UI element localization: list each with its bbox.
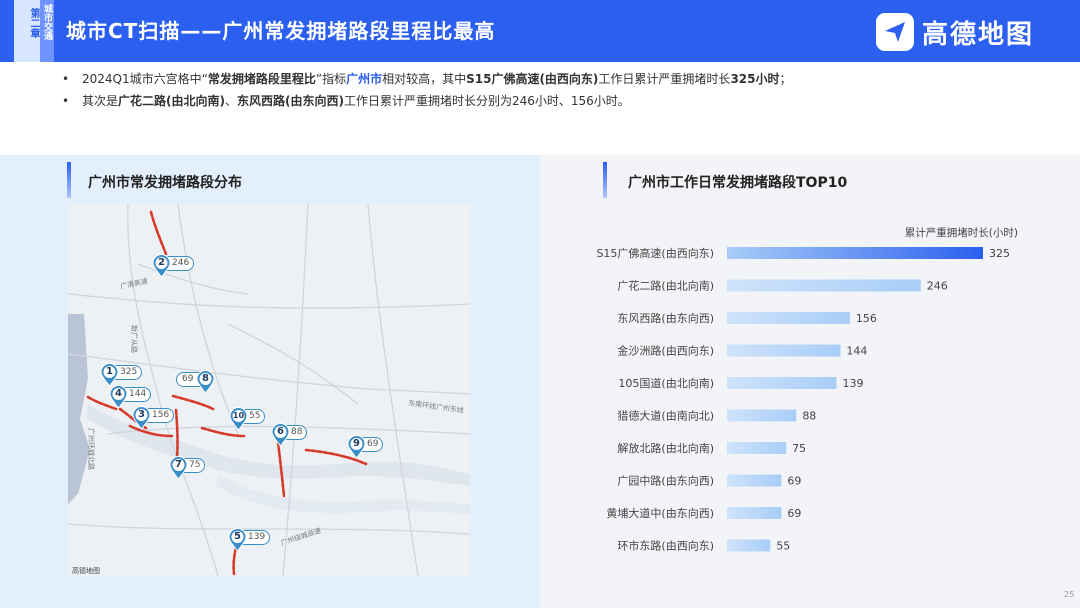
category-label: 广园中路(由东向西) [617, 474, 714, 488]
bullet-text: 其次是 [82, 94, 119, 108]
bar[interactable] [727, 474, 782, 487]
bullet-text: ”指标 [315, 72, 347, 86]
marker-number: 5 [234, 531, 241, 542]
section-tab: 城市交通 [40, 0, 54, 62]
bullet-text: 相对较高，其中 [382, 72, 467, 86]
marker-number: 10 [232, 411, 245, 420]
page-number: 25 [1064, 590, 1075, 599]
map-pin-icon: 5 [228, 528, 247, 552]
page-title: 城市CT扫描——广州常发拥堵路段里程比最高 [66, 19, 496, 43]
bar[interactable] [727, 507, 782, 519]
map-pin-icon: 1 [100, 363, 119, 387]
map-pin-icon: 8 [196, 370, 215, 394]
category-label: S15广佛高速(由西向东) [596, 246, 714, 260]
category-label: 金沙洲路(由西向东) [617, 344, 714, 358]
bar-value-label: 55 [776, 540, 790, 553]
map-watermark-logo: 高德地图 [72, 567, 100, 575]
bullet-highlight: S15广佛高速(由西向东) [466, 72, 599, 86]
bar-value-label: 75 [792, 442, 806, 455]
bullet-text: 工作日累计严重拥堵时长 [598, 72, 731, 86]
bullet-2: 其次是广花二路(由北向南)、东风西路(由东向西)工作日累计严重拥堵时长分别为24… [62, 92, 792, 114]
bullet-highlight: 东风西路(由东向西) [237, 94, 344, 108]
bar[interactable] [727, 247, 983, 259]
category-label: 黄埔大道中(由东向西) [606, 506, 714, 520]
map-road-label: 新广从路 [130, 325, 138, 353]
marker-number: 7 [175, 459, 182, 470]
map-pin-icon: 3 [132, 406, 151, 430]
category-label: 猎德大道(由南向北) [617, 409, 714, 423]
panel-accent-bar [603, 162, 607, 198]
bullet-highlight: 325小时 [730, 72, 780, 86]
amap-logo: 高德地图 [876, 12, 1034, 52]
map-pin-icon: 7 [169, 456, 188, 480]
map-pin-icon: 9 [347, 435, 366, 459]
bullet-1: 2024Q1城市六宫格中“常发拥堵路段里程比”指标广州市相对较高，其中S15广佛… [62, 70, 792, 92]
chapter-tab: 第二章 [14, 0, 40, 62]
bullet-highlight-city: 广州市 [346, 72, 383, 86]
chapter-tab-label: 第二章 [28, 8, 39, 38]
bar[interactable] [727, 539, 771, 552]
marker-number: 9 [353, 438, 360, 449]
bar[interactable] [727, 442, 787, 454]
bar-value-label: 156 [856, 312, 877, 325]
bar-value-label: 88 [802, 410, 816, 423]
category-label: 解放北路(由北向南) [617, 441, 714, 455]
bullet-text: 工作日累计严重拥堵时长分别为246小时、156小时。 [344, 94, 630, 108]
marker-number: 3 [138, 409, 145, 420]
marker-number: 8 [202, 373, 209, 384]
bar-value-label: 69 [787, 475, 801, 488]
logo-text: 高德地图 [922, 19, 1035, 50]
bar[interactable] [727, 279, 921, 292]
value-axis-label: 累计严重拥堵时长(小时) [905, 226, 1018, 239]
map-pin-icon: 10 [229, 407, 248, 431]
category-label: 105国道(由北向南) [618, 376, 714, 390]
bullet-highlight: 常发拥堵路段里程比 [207, 72, 316, 86]
category-label: 东风西路(由东向西) [617, 311, 714, 325]
panel-accent-bar [67, 162, 71, 198]
congestion-map[interactable]: 广清高速 新广从路 东南环线广州东线 广州绕城高速 广州环城北路 246 2 3… [68, 204, 470, 576]
bar[interactable] [727, 409, 797, 422]
marker-number: 2 [158, 257, 165, 268]
bullet-text: ； [779, 72, 792, 86]
marker-number: 6 [277, 426, 284, 437]
section-tab-label: 城市交通 [42, 4, 52, 40]
chart-panel-title: 广州市工作日常发拥堵路段TOP10 [628, 175, 848, 191]
map-pin-icon: 4 [109, 385, 128, 409]
bar[interactable] [727, 312, 850, 324]
bullet-text: 、 [225, 94, 238, 108]
congestion-bar-chart: 累计严重拥堵时长(小时) S15广佛高速(由西向东) 325 广花二路(由北向南) 2… [596, 226, 1018, 553]
bar[interactable] [727, 344, 841, 357]
map-panel-title: 广州市常发拥堵路段分布 [88, 175, 242, 191]
bar-value-label: 325 [989, 247, 1010, 260]
map-road-label: 广州环城北路 [87, 428, 95, 470]
header-bar: 第二章 城市交通 城市CT扫描——广州常发拥堵路段里程比最高 高德地图 [0, 0, 1080, 62]
navigation-arrow-icon [876, 13, 914, 51]
bar-value-label: 69 [787, 507, 801, 520]
bar-value-label: 139 [842, 377, 863, 390]
bar[interactable] [727, 377, 837, 389]
category-label: 环市东路(由西向东) [617, 539, 714, 553]
map-pin-icon: 2 [152, 254, 171, 278]
bar-value-label: 144 [846, 345, 867, 358]
bullet-highlight: 广花二路(由北向南) [118, 94, 225, 108]
category-label: 广花二路(由北向南) [617, 279, 714, 293]
bay-water [68, 314, 90, 504]
bar-value-label: 246 [927, 280, 948, 293]
map-pin-icon: 6 [271, 423, 290, 447]
bullet-text: 2024Q1城市六宫格中“ [82, 72, 208, 86]
marker-number: 4 [115, 388, 122, 399]
marker-number: 1 [106, 366, 113, 377]
summary-bullets: 2024Q1城市六宫格中“常发拥堵路段里程比”指标广州市相对较高，其中S15广佛… [62, 70, 792, 114]
